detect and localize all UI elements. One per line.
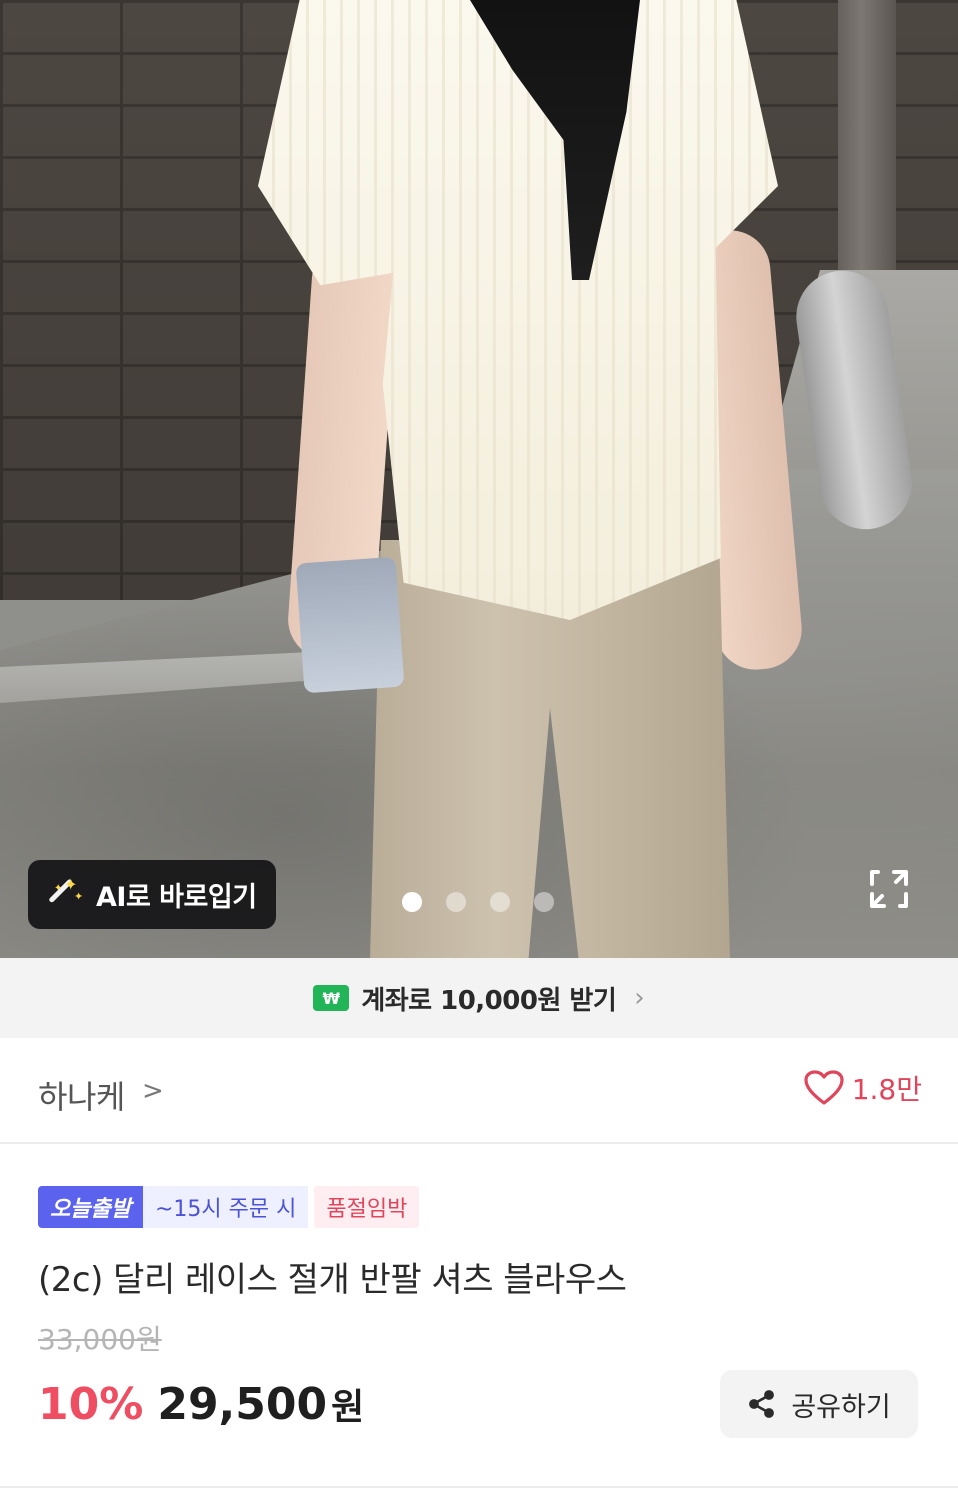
order-cutoff-badge: ~15시 주문 시	[142, 1186, 309, 1228]
share-label: 공유하기	[791, 1391, 891, 1423]
expand-button[interactable]	[866, 866, 912, 912]
carousel-dot-2[interactable]	[446, 892, 466, 912]
carousel-dot-4[interactable]	[534, 892, 554, 912]
product-tags: 오늘출발 ~15시 주문 시 품절임박	[38, 1186, 420, 1228]
share-button[interactable]: 공유하기	[720, 1370, 918, 1438]
like-button[interactable]: 1.8만	[804, 1068, 922, 1108]
divider	[0, 1486, 958, 1488]
expand-icon	[870, 870, 908, 908]
product-image[interactable]: ✦ ✦ ✦ AI로 바로입기	[0, 0, 958, 958]
currency-unit: 원	[331, 1387, 365, 1428]
heart-icon	[804, 1070, 844, 1105]
carousel-indicator	[402, 892, 554, 912]
banner-text: 계좌로 10,000원 받기	[361, 985, 617, 1016]
carousel-dot-1[interactable]	[402, 892, 422, 912]
share-icon	[749, 1390, 775, 1418]
chevron-right-icon: ›	[634, 983, 645, 1013]
today-shipping-badge: 오늘출발	[38, 1186, 143, 1228]
sale-price: 29,500	[157, 1379, 328, 1430]
magic-wand-icon: ✦ ✦ ✦	[46, 876, 83, 913]
account-reward-banner[interactable]: ₩ 계좌로 10,000원 받기 ›	[0, 958, 958, 1038]
carousel-dot-3[interactable]	[490, 892, 510, 912]
won-icon: ₩	[313, 985, 350, 1011]
discount-rate: 10%	[38, 1379, 144, 1430]
ai-try-on-button[interactable]: ✦ ✦ ✦ AI로 바로입기	[28, 860, 276, 929]
product-title: (2c) 달리 레이스 절개 반팔 셔츠 블라우스	[38, 1260, 627, 1300]
chevron-right-icon: >	[142, 1076, 164, 1106]
shop-name-link[interactable]: 하나케	[38, 1072, 125, 1118]
shop-row: 하나케 > 1.8만	[0, 1038, 958, 1144]
low-stock-badge: 품절임박	[314, 1186, 420, 1228]
ai-try-on-label: AI로 바로입기	[96, 882, 257, 913]
price-row: 10% 29,500 원	[38, 1378, 364, 1430]
like-count: 1.8만	[851, 1073, 922, 1106]
original-price: 33,000원	[38, 1323, 162, 1356]
